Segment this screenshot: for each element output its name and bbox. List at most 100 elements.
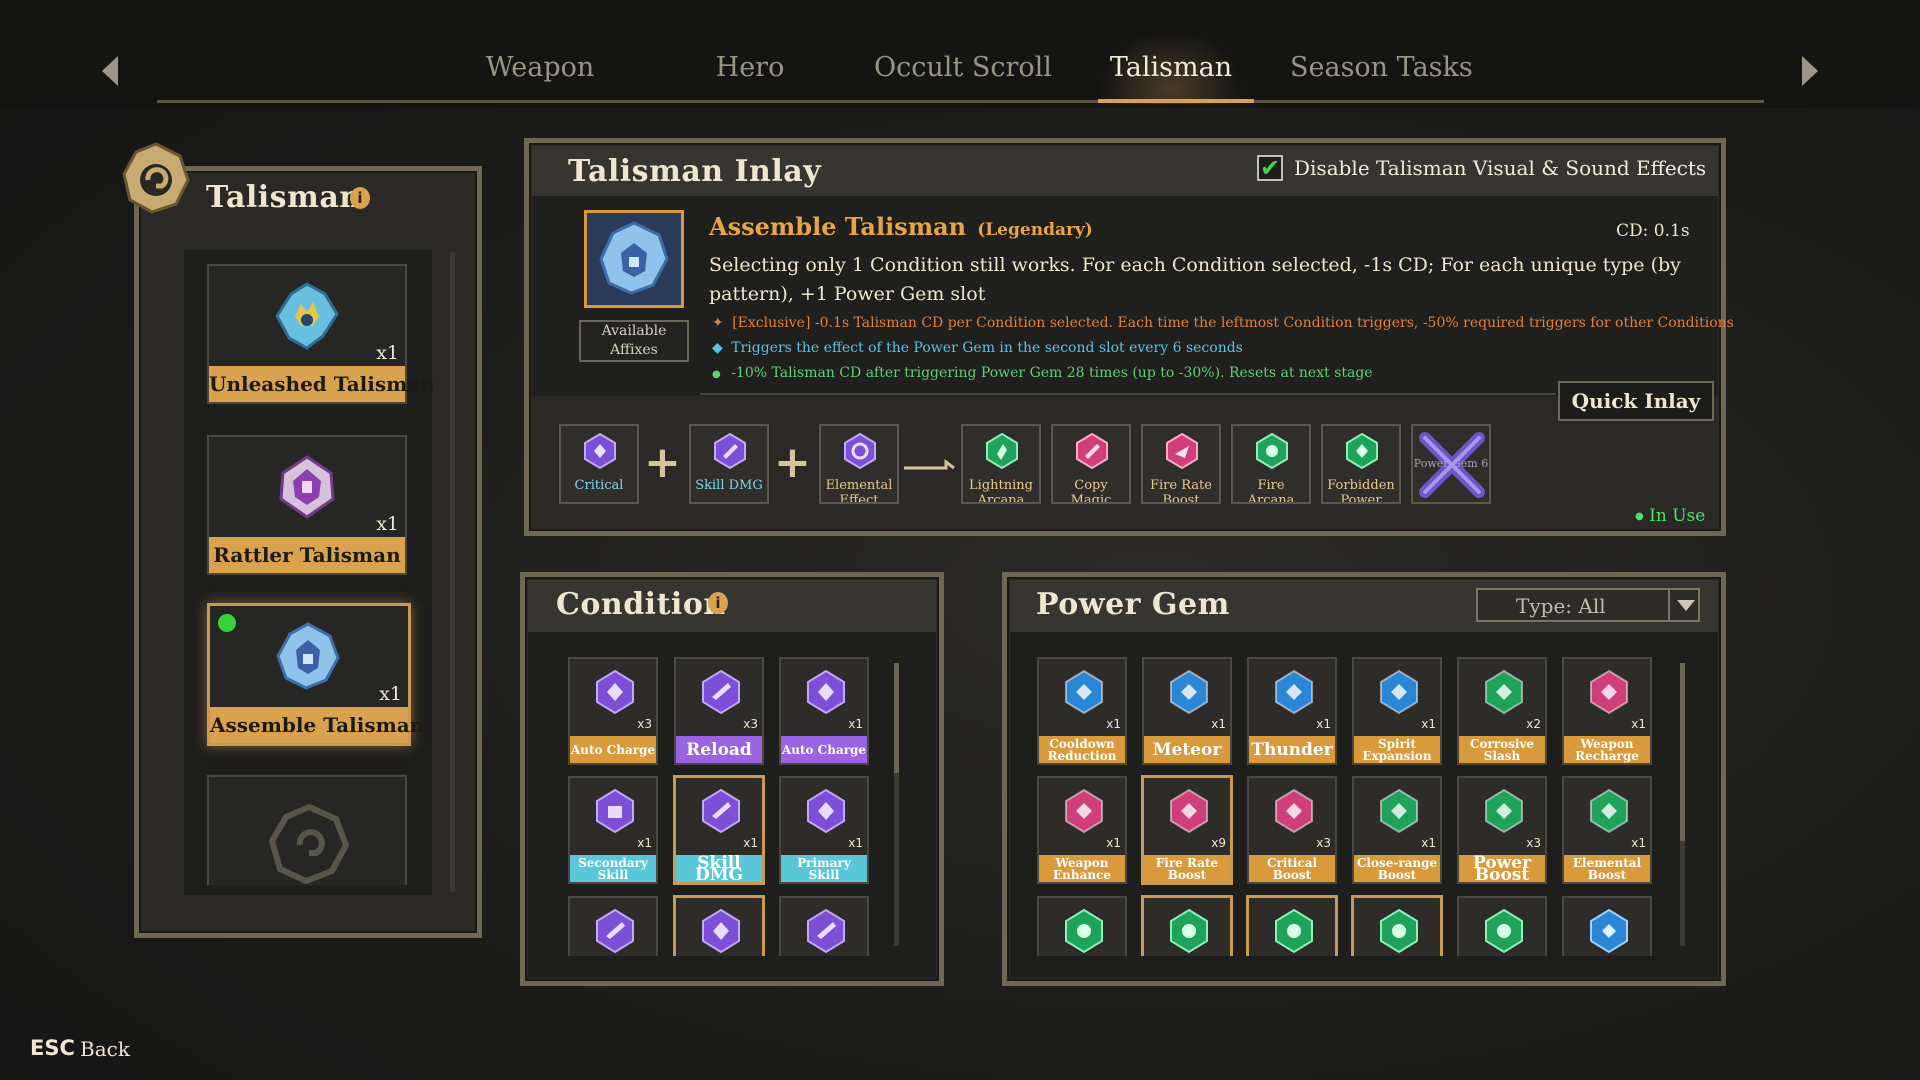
power-gem-item[interactable]: [1351, 895, 1443, 956]
rattler-talisman-icon: [271, 451, 343, 523]
in-use-indicator: ● In Use: [1635, 506, 1705, 526]
power-gem-slot-2[interactable]: Copy Magic: [1051, 424, 1131, 504]
item-label: Close-range Boost: [1354, 855, 1440, 882]
talisman-list-scrollbar[interactable]: [450, 252, 455, 892]
condition-scrollbar[interactable]: [894, 663, 899, 946]
copy-magic-gem-icon: [1076, 432, 1108, 470]
tab-season-tasks[interactable]: Season Tasks: [1290, 52, 1473, 83]
scroll-thumb[interactable]: [894, 663, 899, 773]
power-gem-item[interactable]: x1 Weapon Recharge: [1562, 657, 1652, 765]
fire-arcana-gem-icon: [1256, 432, 1288, 470]
reload-gem-icon: [702, 669, 740, 715]
talisman-panel-title: Talisman: [206, 180, 362, 215]
power-gem-item[interactable]: x3 Power Boost: [1457, 776, 1547, 884]
fire-rate-boost-gem-icon: [1166, 432, 1198, 470]
available-affixes-button[interactable]: Available Affixes: [579, 320, 689, 362]
talisman-count: x1: [376, 342, 399, 364]
power-gem-item[interactable]: [1141, 895, 1233, 956]
item-label: Secondary Skill: [570, 855, 656, 882]
power-gem-item[interactable]: x3 Critical Boost: [1247, 776, 1337, 884]
lightning-arcana-gem-icon: [986, 432, 1018, 470]
next-tab-arrow-icon[interactable]: [1802, 56, 1818, 86]
condition-item[interactable]: x1 Auto Charge: [779, 657, 869, 765]
blue-gem-icon: [1590, 908, 1628, 954]
power-gem-icon: [1065, 669, 1103, 715]
info-icon[interactable]: i: [350, 187, 370, 209]
power-gem-slot-4[interactable]: Fire Arcana: [1231, 424, 1311, 504]
info-icon[interactable]: i: [708, 592, 728, 614]
inlay-panel-title: Talisman Inlay: [568, 154, 822, 189]
power-gem-item[interactable]: [1246, 895, 1338, 956]
talisman-card-assemble[interactable]: x1 Assemble Talisman: [207, 603, 424, 746]
secondary-skill-gem-icon: [596, 788, 634, 834]
condition-item[interactable]: [779, 896, 869, 956]
talisman-emblem-icon: [118, 140, 194, 216]
power-gem-item[interactable]: x1 Cooldown Reduction: [1037, 657, 1127, 765]
power-gem-item[interactable]: x1 Spirit Expansion: [1352, 657, 1442, 765]
power-gem-item[interactable]: [1562, 896, 1652, 956]
item-count: x1: [1631, 717, 1646, 731]
power-gem-slot-3[interactable]: Fire Rate Boost: [1141, 424, 1221, 504]
power-gem-icon: [1485, 669, 1523, 715]
power-gem-item[interactable]: x9 Fire Rate Boost: [1141, 775, 1233, 885]
bullet-icon: ✦: [712, 315, 724, 331]
power-gem-scrollbar[interactable]: [1680, 663, 1685, 946]
item-label: Elemental Boost: [1564, 855, 1650, 882]
talisman-title-row: Assemble Talisman (Legendary): [709, 212, 1093, 241]
condition-slot-skill-dmg[interactable]: Skill DMG: [689, 424, 769, 504]
power-gem-item[interactable]: x1 Weapon Enhance: [1037, 776, 1127, 884]
condition-gem-icon: [702, 908, 740, 954]
power-gem-item[interactable]: x1 Thunder: [1247, 657, 1337, 765]
effect-text: -10% Talisman CD after triggering Power …: [731, 365, 1373, 381]
tab-weapon[interactable]: Weapon: [478, 52, 602, 83]
power-gem-item[interactable]: x1 Close-range Boost: [1352, 776, 1442, 884]
disable-effects-label: Disable Talisman Visual & Sound Effects: [1294, 156, 1707, 180]
tab-bar-divider: [157, 100, 1764, 103]
cd-label: CD:: [1616, 221, 1649, 241]
tab-hero[interactable]: Hero: [700, 52, 800, 83]
back-button[interactable]: Back: [80, 1037, 130, 1061]
previous-tab-arrow-icon[interactable]: [102, 56, 118, 86]
green-gem-icon: [1485, 908, 1523, 954]
quick-inlay-button[interactable]: Quick Inlay: [1558, 381, 1714, 421]
condition-slot-critical[interactable]: Critical: [559, 424, 639, 504]
condition-item[interactable]: [673, 895, 765, 956]
talisman-card-unleashed[interactable]: x1 Unleashed Talisman: [207, 264, 435, 404]
power-gem-slot-6-locked[interactable]: Power Gem 6: [1411, 424, 1491, 504]
tab-occult-scroll[interactable]: Occult Scroll: [874, 52, 1052, 83]
power-gem-slot-1[interactable]: Lightning Arcana: [961, 424, 1041, 504]
plus-icon: +: [774, 437, 811, 488]
power-gem-item[interactable]: x1 Meteor: [1142, 657, 1232, 765]
talisman-card-empty[interactable]: [207, 775, 407, 885]
slot-label: Fire Rate Boost: [1150, 478, 1212, 504]
talisman-card-rattler[interactable]: x1 Rattler Talisman: [207, 435, 407, 575]
tab-talisman[interactable]: Talisman: [1104, 52, 1238, 83]
slot-label: Skill DMG: [695, 478, 763, 493]
elemental-effect-gem-icon: [844, 432, 876, 470]
power-gem-item[interactable]: x2 Corrosive Slash: [1457, 657, 1547, 765]
power-gem-item[interactable]: x1 Elemental Boost: [1562, 776, 1652, 884]
power-gem-slot-5[interactable]: Forbidden Power: [1321, 424, 1401, 504]
power-gem-item[interactable]: [1037, 896, 1127, 956]
power-gem-icon: [1170, 788, 1208, 834]
condition-item[interactable]: [568, 896, 658, 956]
condition-item[interactable]: x1 Primary Skill: [779, 776, 869, 884]
green-gem-icon: [1065, 908, 1103, 954]
condition-slot-elemental-effect[interactable]: Elemental Effect: [819, 424, 899, 504]
disable-effects-checkbox[interactable]: ✔: [1257, 155, 1283, 181]
effect-text: [Exclusive] -0.1s Talisman CD per Condit…: [732, 315, 1734, 331]
condition-item[interactable]: x3 Auto Charge: [568, 657, 658, 765]
item-count: x3: [743, 717, 758, 731]
item-label: Meteor: [1144, 736, 1230, 763]
slot-label: Lightning Arcana: [969, 478, 1033, 504]
scroll-thumb[interactable]: [1680, 663, 1685, 841]
talisman-name: Assemble Talisman: [210, 707, 424, 743]
power-gem-item[interactable]: [1457, 896, 1547, 956]
condition-item[interactable]: x3 Reload: [674, 657, 764, 765]
type-filter-dropdown[interactable]: Type: All: [1476, 588, 1700, 622]
condition-item[interactable]: x1 Secondary Skill: [568, 776, 658, 884]
item-label: Weapon Enhance: [1039, 855, 1125, 882]
power-gem-icon: [1170, 669, 1208, 715]
assemble-talisman-icon: [272, 620, 344, 692]
condition-item[interactable]: x1 Skill DMG: [673, 775, 765, 885]
